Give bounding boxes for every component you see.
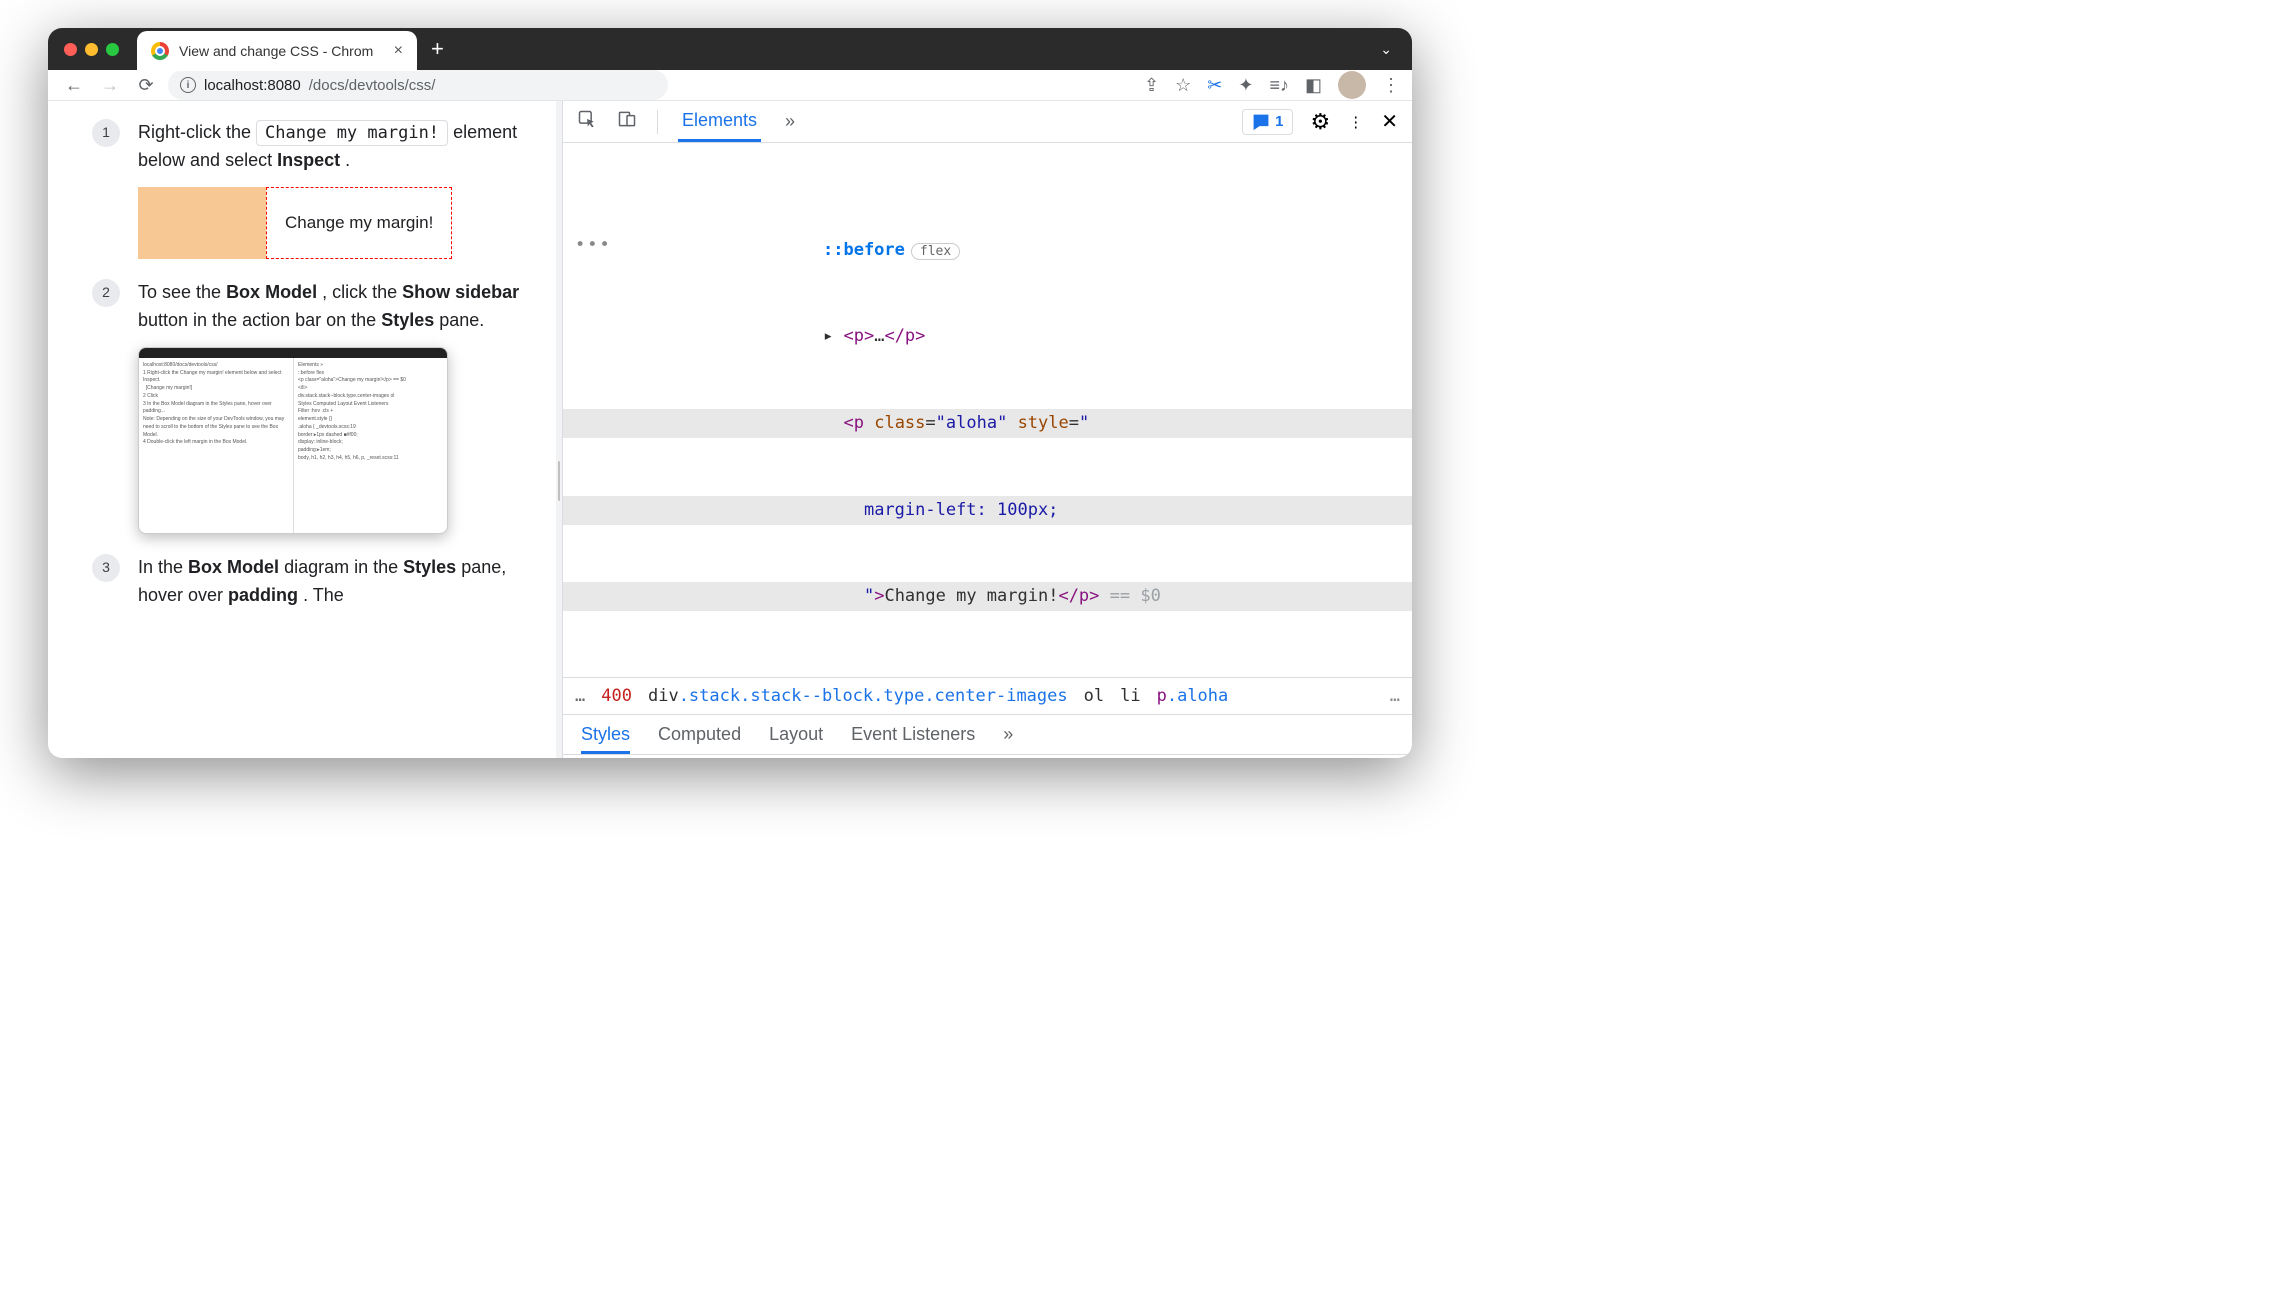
issues-badge[interactable]: 1 <box>1242 109 1292 135</box>
breadcrumb-num[interactable]: 400 <box>601 686 632 706</box>
demo-element[interactable]: Change my margin! <box>266 187 452 259</box>
text: . <box>345 150 350 170</box>
text: diagram in the <box>284 557 403 577</box>
tab-computed[interactable]: Computed <box>658 724 741 745</box>
site-info-icon[interactable]: i <box>180 77 196 93</box>
text: . The <box>303 585 344 605</box>
close-devtools-icon[interactable]: ✕ <box>1381 109 1398 134</box>
step-3: 3 In the Box Model diagram in the Styles… <box>92 554 528 610</box>
back-button[interactable]: ← <box>60 71 88 99</box>
breadcrumb-overflow[interactable]: … <box>1390 686 1400 706</box>
minimize-window-icon[interactable] <box>85 43 98 56</box>
omnibar: ← → ⟳ i localhost:8080/docs/devtools/css… <box>48 70 1412 101</box>
dom-node-selected[interactable]: margin-left: 100px; <box>563 496 1412 525</box>
reading-list-icon[interactable]: ≡♪ <box>1269 75 1289 96</box>
chrome-menu-icon[interactable]: ⋮ <box>1382 75 1400 96</box>
doc-pane: 1 Right-click the Change my margin! elem… <box>48 101 556 758</box>
step-number: 2 <box>92 279 120 307</box>
tab-title: View and change CSS - Chrom <box>179 43 384 59</box>
extensions-icon[interactable]: ✦ <box>1238 75 1253 96</box>
text-bold: padding <box>228 585 298 605</box>
devtools-panel: Elements » 1 ⚙ ⋮ ✕ ••• ::before flex ▸ <p… <box>562 101 1412 758</box>
traffic-lights <box>64 43 119 56</box>
styles-filter-bar: F :hov .cls + ▶| <box>563 755 1042 758</box>
inspect-element-icon[interactable] <box>577 109 597 134</box>
close-tab-icon[interactable]: × <box>394 42 403 60</box>
text-bold: Box Model <box>226 282 317 302</box>
browser-window: View and change CSS - Chrom × + ⌄ ← → ⟳ … <box>48 28 1412 758</box>
share-icon[interactable]: ⇪ <box>1144 75 1159 96</box>
breadcrumbs[interactable]: … 400 div.stack.stack--block.type.center… <box>563 677 1412 715</box>
text: button in the action bar on the <box>138 310 381 330</box>
profile-avatar[interactable] <box>1338 71 1366 99</box>
tabs-overflow-icon[interactable]: » <box>1003 724 1013 745</box>
styles-tabs: Styles Computed Layout Event Listeners » <box>563 715 1412 755</box>
dom-tree[interactable]: ••• ::before flex ▸ <p>…</p> <p class="al… <box>563 143 1412 677</box>
overflow-indicator: ••• <box>575 231 612 260</box>
dom-node-selected[interactable]: ">Change my margin!</p> == $0 <box>563 582 1412 611</box>
text-bold: Box Model <box>188 557 279 577</box>
demo-box: Change my margin! <box>138 187 528 259</box>
device-toggle-icon[interactable] <box>617 109 637 134</box>
screenshot-thumbnail: localhost:8080/docs/devtools/css/1 Right… <box>138 347 448 534</box>
browser-tab[interactable]: View and change CSS - Chrom × <box>137 31 417 71</box>
tab-styles[interactable]: Styles <box>581 724 630 754</box>
tabs-dropdown-icon[interactable]: ⌄ <box>1380 41 1392 58</box>
side-panel-icon[interactable]: ◧ <box>1305 75 1322 96</box>
text: To see the <box>138 282 226 302</box>
text-bold: Styles <box>403 557 456 577</box>
text-bold: Styles <box>381 310 434 330</box>
url-port: 8080 <box>267 77 300 94</box>
text-bold: Show sidebar <box>402 282 519 302</box>
box-model-diagram[interactable]: margin - - 100 - border 1 1 1 1 paddin <box>1042 755 1412 758</box>
titlebar: View and change CSS - Chrom × + ⌄ <box>48 28 1412 70</box>
dom-node-selected[interactable]: <p class="aloha" style=" <box>563 409 1412 438</box>
text: Right-click the <box>138 122 256 142</box>
breadcrumb-trunc[interactable]: … <box>575 686 585 706</box>
forward-button[interactable]: → <box>96 71 124 99</box>
url-host: localhost: <box>204 77 267 94</box>
scissors-icon[interactable]: ✂ <box>1207 75 1222 96</box>
close-window-icon[interactable] <box>64 43 77 56</box>
step-2: 2 To see the Box Model , click the Show … <box>92 279 528 534</box>
pseudo-before[interactable]: ::before <box>823 240 905 260</box>
text-bold: Inspect <box>277 150 340 170</box>
bookmark-icon[interactable]: ☆ <box>1175 75 1191 96</box>
tab-event-listeners[interactable]: Event Listeners <box>851 724 975 745</box>
text: In the <box>138 557 188 577</box>
chrome-logo-icon <box>151 42 169 60</box>
issues-count: 1 <box>1275 113 1283 130</box>
step-number: 3 <box>92 554 120 582</box>
tabs-overflow-icon[interactable]: » <box>781 103 799 140</box>
breadcrumb-item[interactable]: div.stack.stack--block.type.center-image… <box>648 686 1068 706</box>
maximize-window-icon[interactable] <box>106 43 119 56</box>
styles-row: F :hov .cls + ▶| element.style { margin-… <box>563 755 1412 758</box>
settings-icon[interactable]: ⚙ <box>1311 109 1331 135</box>
step-1: 1 Right-click the Change my margin! elem… <box>92 119 528 259</box>
new-tab-button[interactable]: + <box>431 36 444 62</box>
reload-button[interactable]: ⟳ <box>132 71 160 99</box>
url-path: /docs/devtools/css/ <box>309 77 436 94</box>
breadcrumb-item[interactable]: li <box>1120 686 1140 706</box>
content-row: 1 Right-click the Change my margin! elem… <box>48 101 1412 758</box>
text: , click the <box>322 282 402 302</box>
breadcrumb-item[interactable]: ol <box>1084 686 1104 706</box>
pane-resizer[interactable] <box>556 101 562 758</box>
more-icon[interactable]: ⋮ <box>1348 113 1363 131</box>
omnibar-actions: ⇪ ☆ ✂ ✦ ≡♪ ◧ ⋮ <box>1144 71 1400 99</box>
devtools-toolbar: Elements » 1 ⚙ ⋮ ✕ <box>563 101 1412 143</box>
step-number: 1 <box>92 119 120 147</box>
styles-rules-pane: F :hov .cls + ▶| element.style { margin-… <box>563 755 1042 758</box>
breadcrumb-selected[interactable]: p.aloha <box>1157 686 1229 706</box>
dom-node[interactable]: ▸ <p>…</p> <box>563 322 1412 351</box>
text: pane. <box>439 310 484 330</box>
flex-badge[interactable]: flex <box>911 243 960 260</box>
address-bar[interactable]: i localhost:8080/docs/devtools/css/ <box>168 70 668 100</box>
demo-margin-visual <box>138 187 266 259</box>
tab-layout[interactable]: Layout <box>769 724 823 745</box>
code-inline: Change my margin! <box>256 120 448 146</box>
tab-elements[interactable]: Elements <box>678 102 761 142</box>
